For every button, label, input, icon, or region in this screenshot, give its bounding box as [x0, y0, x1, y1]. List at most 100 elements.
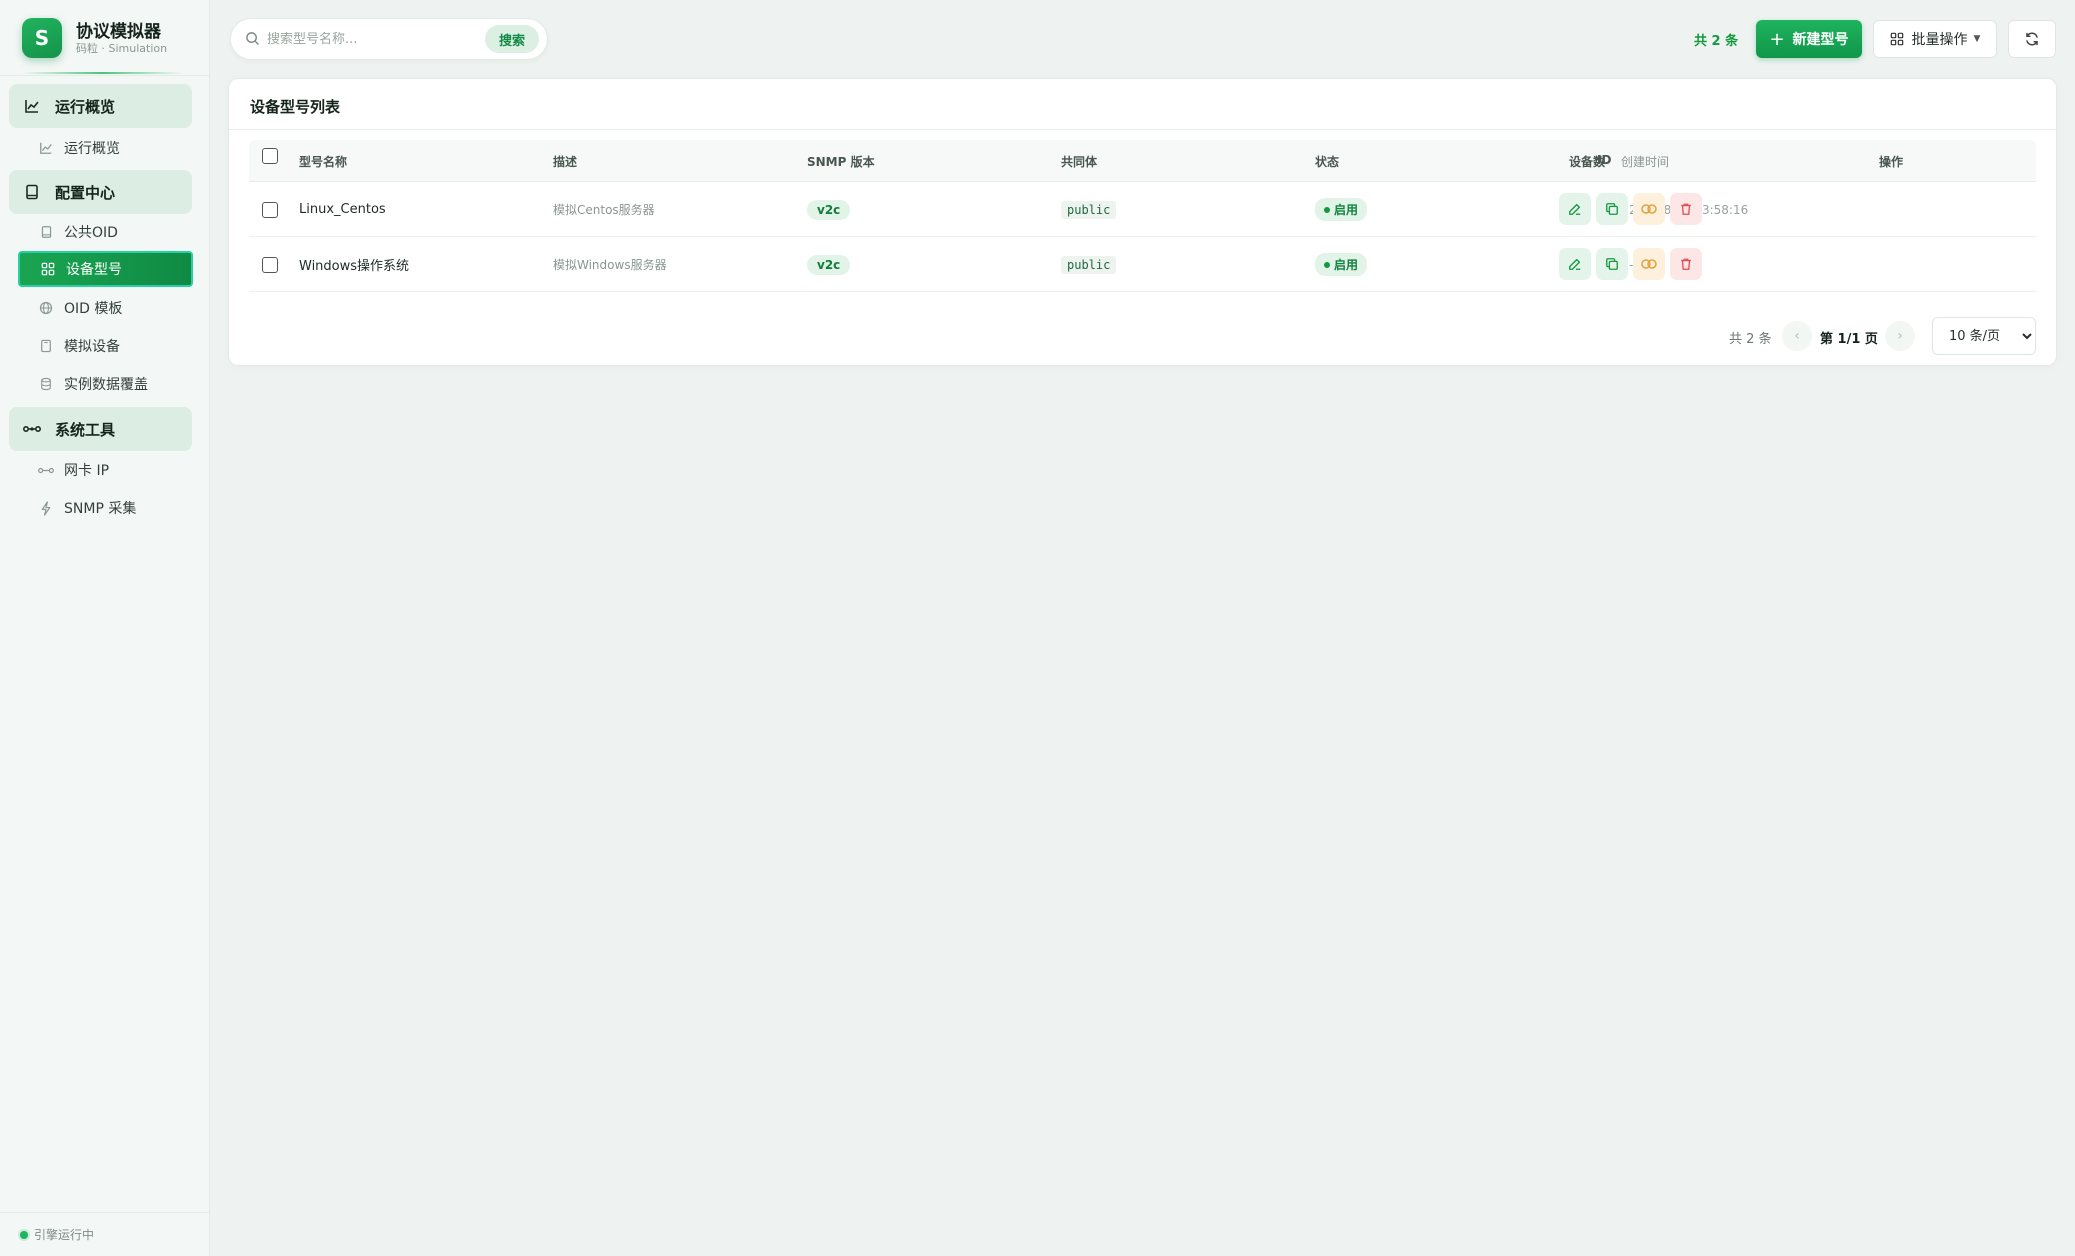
status-badge: 启用: [1315, 198, 1368, 221]
sidebar-item-nic-ip[interactable]: 网卡 IP: [18, 452, 193, 488]
model-name: Linux_Centos: [299, 202, 386, 217]
copy-icon: [1606, 258, 1618, 270]
pager-total: 共 2 条: [1729, 332, 1772, 347]
database-icon: [38, 376, 54, 392]
network-icon: [38, 462, 54, 478]
app-subtitle: 码粒 · Simulation: [76, 41, 168, 55]
sidebar-group-label: 系统工具: [55, 420, 116, 439]
brand-underline: [22, 72, 182, 74]
copy-icon: [1606, 203, 1618, 215]
sidebar-item-label: 运行概览: [64, 141, 120, 157]
bolt-icon: [38, 500, 54, 516]
search-input[interactable]: [267, 31, 477, 47]
engine-status-label: 引擎运行中: [34, 1228, 95, 1242]
table-header: 型号名称 描述 SNMP 版本 共同体 状态 设备数 ID 创建时间 操作: [249, 140, 2036, 182]
chevron-left-icon: ‹: [1794, 328, 1800, 344]
table-row: Windows操作系统 模拟Windows服务器 v2c public 启用 1…: [249, 237, 2036, 292]
sidebar-item-snmp-collect[interactable]: SNMP 采集: [18, 490, 193, 526]
new-model-label: 新建型号: [1792, 32, 1849, 48]
refresh-button[interactable]: [2008, 20, 2056, 58]
divider: [0, 75, 210, 76]
row-checkbox[interactable]: [262, 201, 278, 218]
device-model-card: 设备型号列表 型号名称 描述 SNMP 版本 共同体 状态 设备数 ID 创建时…: [228, 78, 2057, 366]
col-actions: 操作: [1879, 155, 1904, 169]
sidebar-item-public-oid[interactable]: 公共OID: [18, 214, 193, 250]
row-checkbox[interactable]: [262, 256, 278, 273]
sidebar-item-label: 实例数据覆盖: [64, 377, 148, 393]
trash-icon: [1681, 203, 1691, 215]
model-name: Windows操作系统: [299, 259, 410, 274]
search-bar: 搜索: [230, 18, 548, 60]
line-chart-icon: [38, 140, 54, 156]
community-tag: public: [1061, 200, 1117, 219]
col-community: 共同体: [1061, 155, 1098, 169]
select-all-cell: [262, 148, 278, 164]
sidebar-item-sim-devices[interactable]: 模拟设备: [18, 328, 193, 364]
caret-down-icon: ▼: [1973, 34, 1981, 44]
engine-status: 引擎运行中: [0, 1212, 210, 1256]
col-desc: 描述: [553, 155, 578, 169]
select-all-checkbox[interactable]: [262, 148, 278, 164]
row-actions: [1559, 248, 1707, 280]
brand: S 协议模拟器 码粒 · Simulation: [22, 18, 167, 58]
sidebar-group-label: 运行概览: [55, 97, 116, 116]
sidebar-group-overview[interactable]: 运行概览: [9, 84, 192, 128]
next-page-button[interactable]: ›: [1885, 321, 1915, 351]
sidebar-group-tools[interactable]: 系统工具: [9, 407, 192, 451]
globe-icon: [38, 300, 54, 316]
app-logo: S: [22, 18, 62, 58]
device-icon: [38, 338, 54, 354]
model-desc: 模拟Centos服务器: [553, 203, 655, 217]
sidebar-item-oid-template[interactable]: OID 模板: [18, 290, 193, 326]
new-model-button[interactable]: + 新建型号: [1756, 20, 1862, 58]
copy-button[interactable]: [1596, 248, 1628, 280]
status-dot-icon: [20, 1230, 28, 1239]
col-name: 型号名称: [299, 155, 348, 169]
sidebar-item-instance-override[interactable]: 实例数据覆盖: [18, 366, 193, 402]
app-title: 协议模拟器: [76, 21, 161, 42]
status-badge: 启用: [1315, 253, 1368, 276]
prev-page-button[interactable]: ‹: [1782, 321, 1812, 351]
line-chart-icon: [23, 97, 41, 115]
col-status: 状态: [1315, 155, 1340, 169]
sidebar: S 协议模拟器 码粒 · Simulation 运行概览 运行概览 配置中心 公…: [0, 0, 210, 1256]
search-icon: [245, 31, 261, 47]
pager-info: 第 1/1 页: [1820, 332, 1878, 347]
network-icon: [23, 420, 41, 438]
sidebar-item-label: 公共OID: [64, 225, 118, 241]
sidebar-group-label: 配置中心: [55, 183, 116, 202]
copy-button[interactable]: [1596, 193, 1628, 225]
table-row: Linux_Centos 模拟Centos服务器 v2c public 启用 1…: [249, 182, 2036, 237]
link-button[interactable]: [1633, 248, 1665, 280]
divider: [229, 129, 2056, 130]
card-title: 设备型号列表: [250, 98, 341, 116]
delete-button[interactable]: [1670, 193, 1702, 225]
book-icon: [23, 183, 41, 201]
edit-icon: [1569, 203, 1581, 215]
grid-icon: [40, 261, 56, 277]
sidebar-item-device-models[interactable]: 设备型号: [18, 251, 193, 287]
search-button[interactable]: 搜索: [484, 25, 539, 53]
col-id: ID: [1597, 153, 1612, 167]
chevron-right-icon: ›: [1897, 328, 1903, 344]
sidebar-item-label: SNMP 采集: [64, 501, 137, 517]
batch-actions-label: 批量操作: [1911, 32, 1968, 48]
edit-icon: [1569, 258, 1581, 270]
edit-button[interactable]: [1559, 193, 1591, 225]
col-created: 创建时间: [1621, 155, 1670, 169]
edit-button[interactable]: [1559, 248, 1591, 280]
sidebar-item-label: 设备型号: [66, 262, 122, 278]
sidebar-item-label: OID 模板: [64, 301, 123, 317]
trash-icon: [1681, 258, 1691, 270]
community-tag: public: [1061, 255, 1117, 274]
batch-actions-dropdown[interactable]: 批量操作 ▼: [1873, 20, 1997, 58]
snmp-version-badge: v2c: [807, 254, 851, 275]
link-icon: [1641, 204, 1657, 214]
sidebar-group-config[interactable]: 配置中心: [9, 170, 192, 214]
link-button[interactable]: [1633, 193, 1665, 225]
delete-button[interactable]: [1670, 248, 1702, 280]
plus-icon: +: [1769, 28, 1785, 50]
snmp-version-badge: v2c: [807, 199, 851, 220]
page-size-select[interactable]: 10 条/页: [1932, 317, 2036, 355]
sidebar-item-overview[interactable]: 运行概览: [18, 130, 193, 166]
